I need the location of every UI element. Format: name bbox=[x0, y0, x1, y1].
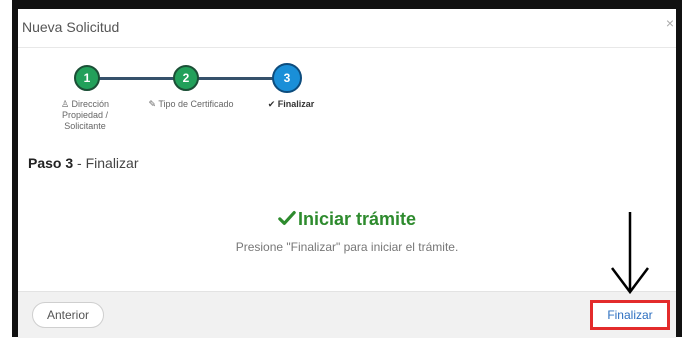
step-1-label: ♙ Dirección Propiedad / Solicitante bbox=[60, 99, 110, 131]
wizard-steps: 1 2 3 ♙ Dirección Propiedad / Solicitant… bbox=[18, 47, 676, 157]
step-3-circle[interactable]: 3 bbox=[272, 63, 302, 93]
step-heading-number: Paso 3 bbox=[28, 155, 74, 171]
pointer-arrow-icon bbox=[611, 212, 649, 295]
dialog-header: Nueva Solicitud × bbox=[18, 9, 676, 48]
success-title-row: Iniciar trámite bbox=[18, 209, 676, 230]
edit-icon: ✎ bbox=[148, 99, 159, 109]
step-3-number: 3 bbox=[283, 71, 291, 85]
frame-right-bar bbox=[676, 0, 682, 337]
step-heading-rest: - Finalizar bbox=[73, 155, 139, 171]
close-icon[interactable]: × bbox=[666, 15, 674, 31]
user-icon: ♙ bbox=[60, 99, 72, 109]
check-icon: ✔ bbox=[267, 99, 278, 109]
dialog-title: Nueva Solicitud bbox=[22, 19, 120, 35]
step-3-label: ✔ Finalizar bbox=[267, 99, 315, 109]
wizard-connector-1 bbox=[86, 77, 186, 80]
step-1-circle[interactable]: 1 bbox=[74, 65, 100, 91]
success-panel: Iniciar trámite Presione "Finalizar" par… bbox=[18, 209, 676, 254]
new-request-dialog: Nueva Solicitud × 1 2 3 ♙ Dirección Prop… bbox=[18, 9, 676, 338]
finish-button[interactable]: Finalizar bbox=[590, 300, 670, 330]
step-2-number: 2 bbox=[182, 71, 190, 85]
wizard-connector-2 bbox=[186, 77, 286, 80]
checkmark-icon bbox=[278, 211, 296, 225]
frame-top-bar bbox=[12, 0, 682, 9]
dialog-footer: Anterior Finalizar bbox=[18, 291, 676, 338]
step-heading: Paso 3 - Finalizar bbox=[28, 155, 139, 171]
step-1-number: 1 bbox=[83, 71, 91, 85]
step-2-label: ✎ Tipo de Certificado bbox=[148, 99, 234, 109]
finish-button-label: Finalizar bbox=[607, 308, 653, 322]
success-title: Iniciar trámite bbox=[297, 209, 417, 229]
step-2-circle[interactable]: 2 bbox=[173, 65, 199, 91]
success-message: Presione "Finalizar" para iniciar el trá… bbox=[235, 240, 459, 254]
previous-button[interactable]: Anterior bbox=[32, 302, 105, 328]
